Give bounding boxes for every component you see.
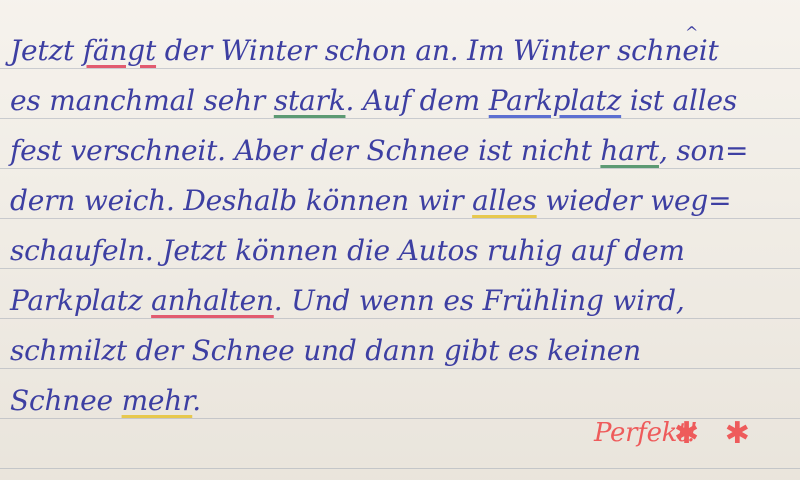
handwritten-text: Jetzt fängt der Winter schon an. Im Wint… — [10, 23, 790, 426]
text-segment: . Auf dem — [345, 84, 489, 117]
underlined-word: alles — [472, 184, 537, 217]
stars-group: ✱ ✱ — [674, 416, 766, 451]
text-line-6: Parkplatz anhalten. Und wenn es Frühling… — [10, 276, 790, 326]
underlined-word: hart — [600, 134, 659, 167]
text-segment: schmilzt der Schnee und dann gibt es kei… — [10, 334, 641, 367]
text-line-5: schaufeln. Jetzt können die Autos ruhig … — [10, 226, 790, 276]
text-line-4: dern weich. Deshalb können wir alles wie… — [10, 176, 790, 226]
text-line-2: es manchmal sehr stark. Auf dem Parkplat… — [10, 76, 790, 126]
text-segment: Parkplatz — [10, 284, 152, 317]
text-segment: schaufeln. Jetzt können die Autos ruhig … — [10, 234, 685, 267]
text-line-3: fest verschneit. Aber der Schnee ist nic… — [10, 126, 790, 176]
text-segment: der Winter schon an. Im Winter schneit — [156, 34, 719, 67]
underlined-word: Parkplatz — [488, 84, 622, 117]
text-segment: Jetzt — [10, 34, 83, 67]
text-segment: ist alles — [621, 84, 738, 117]
text-segment: es manchmal sehr — [10, 84, 274, 117]
text-segment: . — [192, 384, 201, 417]
star-icon: ✱ — [724, 416, 750, 451]
text-line-1: Jetzt fängt der Winter schon an. Im Wint… — [10, 23, 790, 76]
text-segment: Schnee — [10, 384, 122, 417]
underlined-word: stark — [273, 84, 346, 117]
notebook-page: Jetzt fängt der Winter schon an. Im Wint… — [0, 0, 800, 480]
text-line-7: schmilzt der Schnee und dann gibt es kei… — [10, 326, 790, 376]
ruled-line — [0, 468, 800, 469]
text-segment: dern weich. Deshalb können wir — [10, 184, 473, 217]
text-segment: , son= — [658, 134, 749, 167]
insertion-mark: ^ — [685, 23, 699, 42]
text-segment: wieder weg= — [536, 184, 732, 217]
star-icon: ✱ — [674, 416, 700, 451]
text-segment: fest verschneit. Aber der Schnee ist nic… — [10, 134, 601, 167]
underlined-word: fängt — [82, 34, 157, 67]
text-segment: . Und wenn es Frühling wird, — [273, 284, 685, 317]
underlined-word: anhalten — [151, 284, 274, 317]
underlined-word: mehr — [121, 384, 193, 417]
